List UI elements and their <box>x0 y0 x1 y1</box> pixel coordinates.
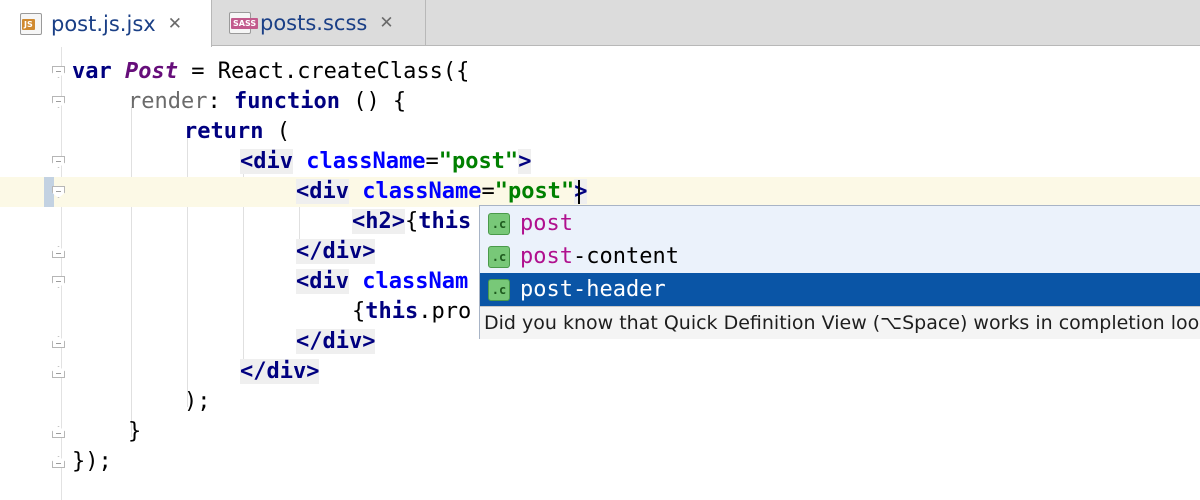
completion-item-post[interactable]: .c post <box>480 207 1200 240</box>
fold-end-icon[interactable] <box>52 426 65 438</box>
text-caret <box>578 180 580 204</box>
fold-icon[interactable] <box>52 276 65 288</box>
fold-end-icon[interactable] <box>52 456 65 468</box>
code-line: </div> <box>0 357 1200 387</box>
editor-tab-bar: JS post.js.jsx ✕ SASS posts.scss ✕ <box>0 0 1200 47</box>
css-class-icon: .c <box>488 213 510 235</box>
code-line: return ( <box>184 119 290 144</box>
completion-hint: Did you know that Quick Definition View … <box>480 306 1200 339</box>
completion-item-post-content[interactable]: .c post-content <box>480 240 1200 273</box>
fold-icon[interactable] <box>52 96 65 108</box>
css-class-icon: .c <box>488 279 510 301</box>
code-line: } <box>0 417 1200 447</box>
sass-file-icon: SASS <box>229 12 259 34</box>
current-code-line: <div className="post"> <box>0 177 1200 207</box>
js-file-icon: JS <box>20 12 42 35</box>
close-icon[interactable]: ✕ <box>379 13 393 33</box>
tab-post-js-jsx[interactable]: JS post.js.jsx ✕ <box>0 0 212 47</box>
code-line: render: function () { <box>0 87 1200 117</box>
tab-label: post.js.jsx <box>51 11 156 36</box>
fold-end-icon[interactable] <box>52 246 65 258</box>
fold-end-icon[interactable] <box>52 366 65 378</box>
css-class-icon: .c <box>488 246 510 268</box>
completion-item-post-header[interactable]: .c post-header <box>480 273 1200 306</box>
code-line: var Post = React.createClass({ <box>0 57 1200 87</box>
fold-icon[interactable] <box>52 66 65 78</box>
close-icon[interactable]: ✕ <box>168 14 182 34</box>
code-line: ); <box>184 389 211 414</box>
code-line: <div className="post"> <box>0 147 1200 177</box>
fold-end-icon[interactable] <box>52 336 65 348</box>
code-line: }); <box>0 447 1200 477</box>
tab-label: posts.scss <box>260 11 368 35</box>
code-completion-popup[interactable]: .c post .c post-content .c post-header D… <box>479 205 1200 339</box>
tab-posts-scss[interactable]: SASS posts.scss ✕ <box>212 0 426 46</box>
fold-icon[interactable] <box>52 156 65 168</box>
